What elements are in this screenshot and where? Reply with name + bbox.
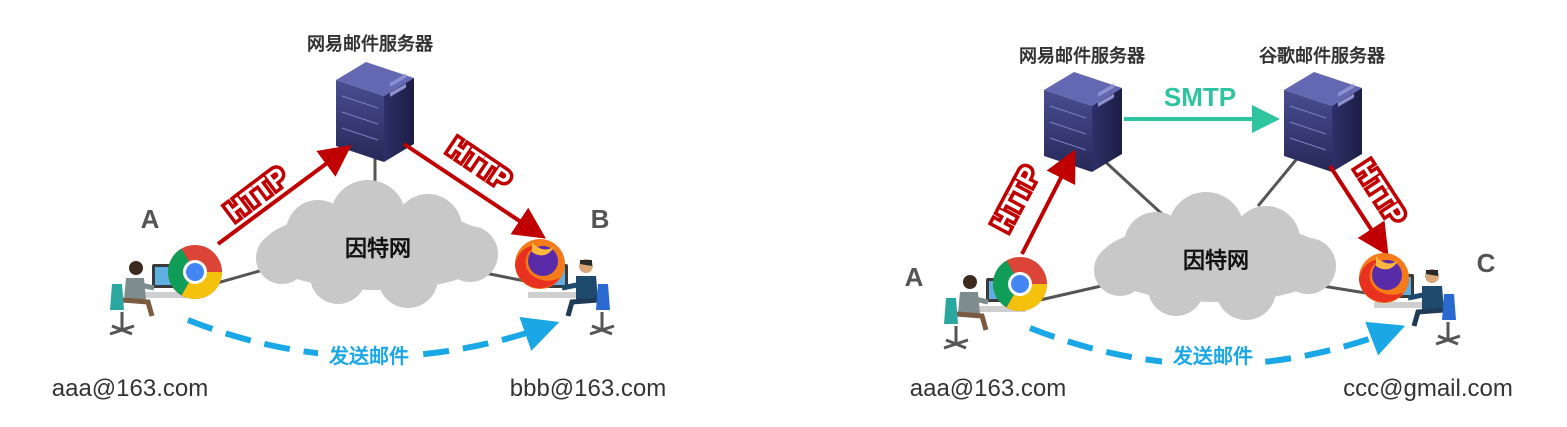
cloud-label: 因特网 [345,236,411,262]
email-a2: aaa@163.com [910,375,1066,402]
server2-cloud-link [1256,154,1302,207]
email-a: aaa@163.com [52,375,208,402]
smtp-label: SMTP [1164,82,1236,112]
firefox-icon-2 [1359,253,1409,303]
node-c-label: C [1477,248,1496,278]
netease-server-icon [335,61,415,163]
email-b: bbb@163.com [510,375,666,402]
google-server-label: 谷歌邮件服务器 [1259,45,1386,67]
node-a2-label: A [905,262,924,292]
send-mail-label-2: 发送邮件 [1172,344,1253,368]
left-diagram: 网易邮件服务器 因特网 A B HTTP HTTP 发送邮件 aaa@163.c… [52,33,666,402]
netease-server-label: 网易邮件服务器 [1019,45,1146,67]
cloud-label-2: 因特网 [1183,248,1249,274]
email-diagram-canvas: 网易邮件服务器 因特网 A B HTTP HTTP 发送邮件 aaa@163.c… [52,33,1513,402]
firefox-icon [515,239,565,289]
server1-cloud-link [1096,153,1164,216]
node-b-label: B [591,204,610,234]
netease-server-icon-2 [1043,71,1123,173]
email-c: ccc@gmail.com [1343,375,1513,402]
chrome-icon-2 [992,257,1047,312]
a-cloud-link-2 [1039,282,1111,302]
http-label-down: HTTP [443,132,516,195]
server-label: 网易邮件服务器 [307,33,434,55]
node-a-label: A [141,204,160,234]
chrome-icon [167,245,222,300]
http-label-down-2: HTTP [1349,156,1411,229]
right-diagram: 网易邮件服务器 谷歌邮件服务器 SMTP 因特网 A C HTTP HTTP 发… [905,45,1513,402]
send-mail-label: 发送邮件 [328,344,409,368]
google-server-icon [1283,71,1363,173]
